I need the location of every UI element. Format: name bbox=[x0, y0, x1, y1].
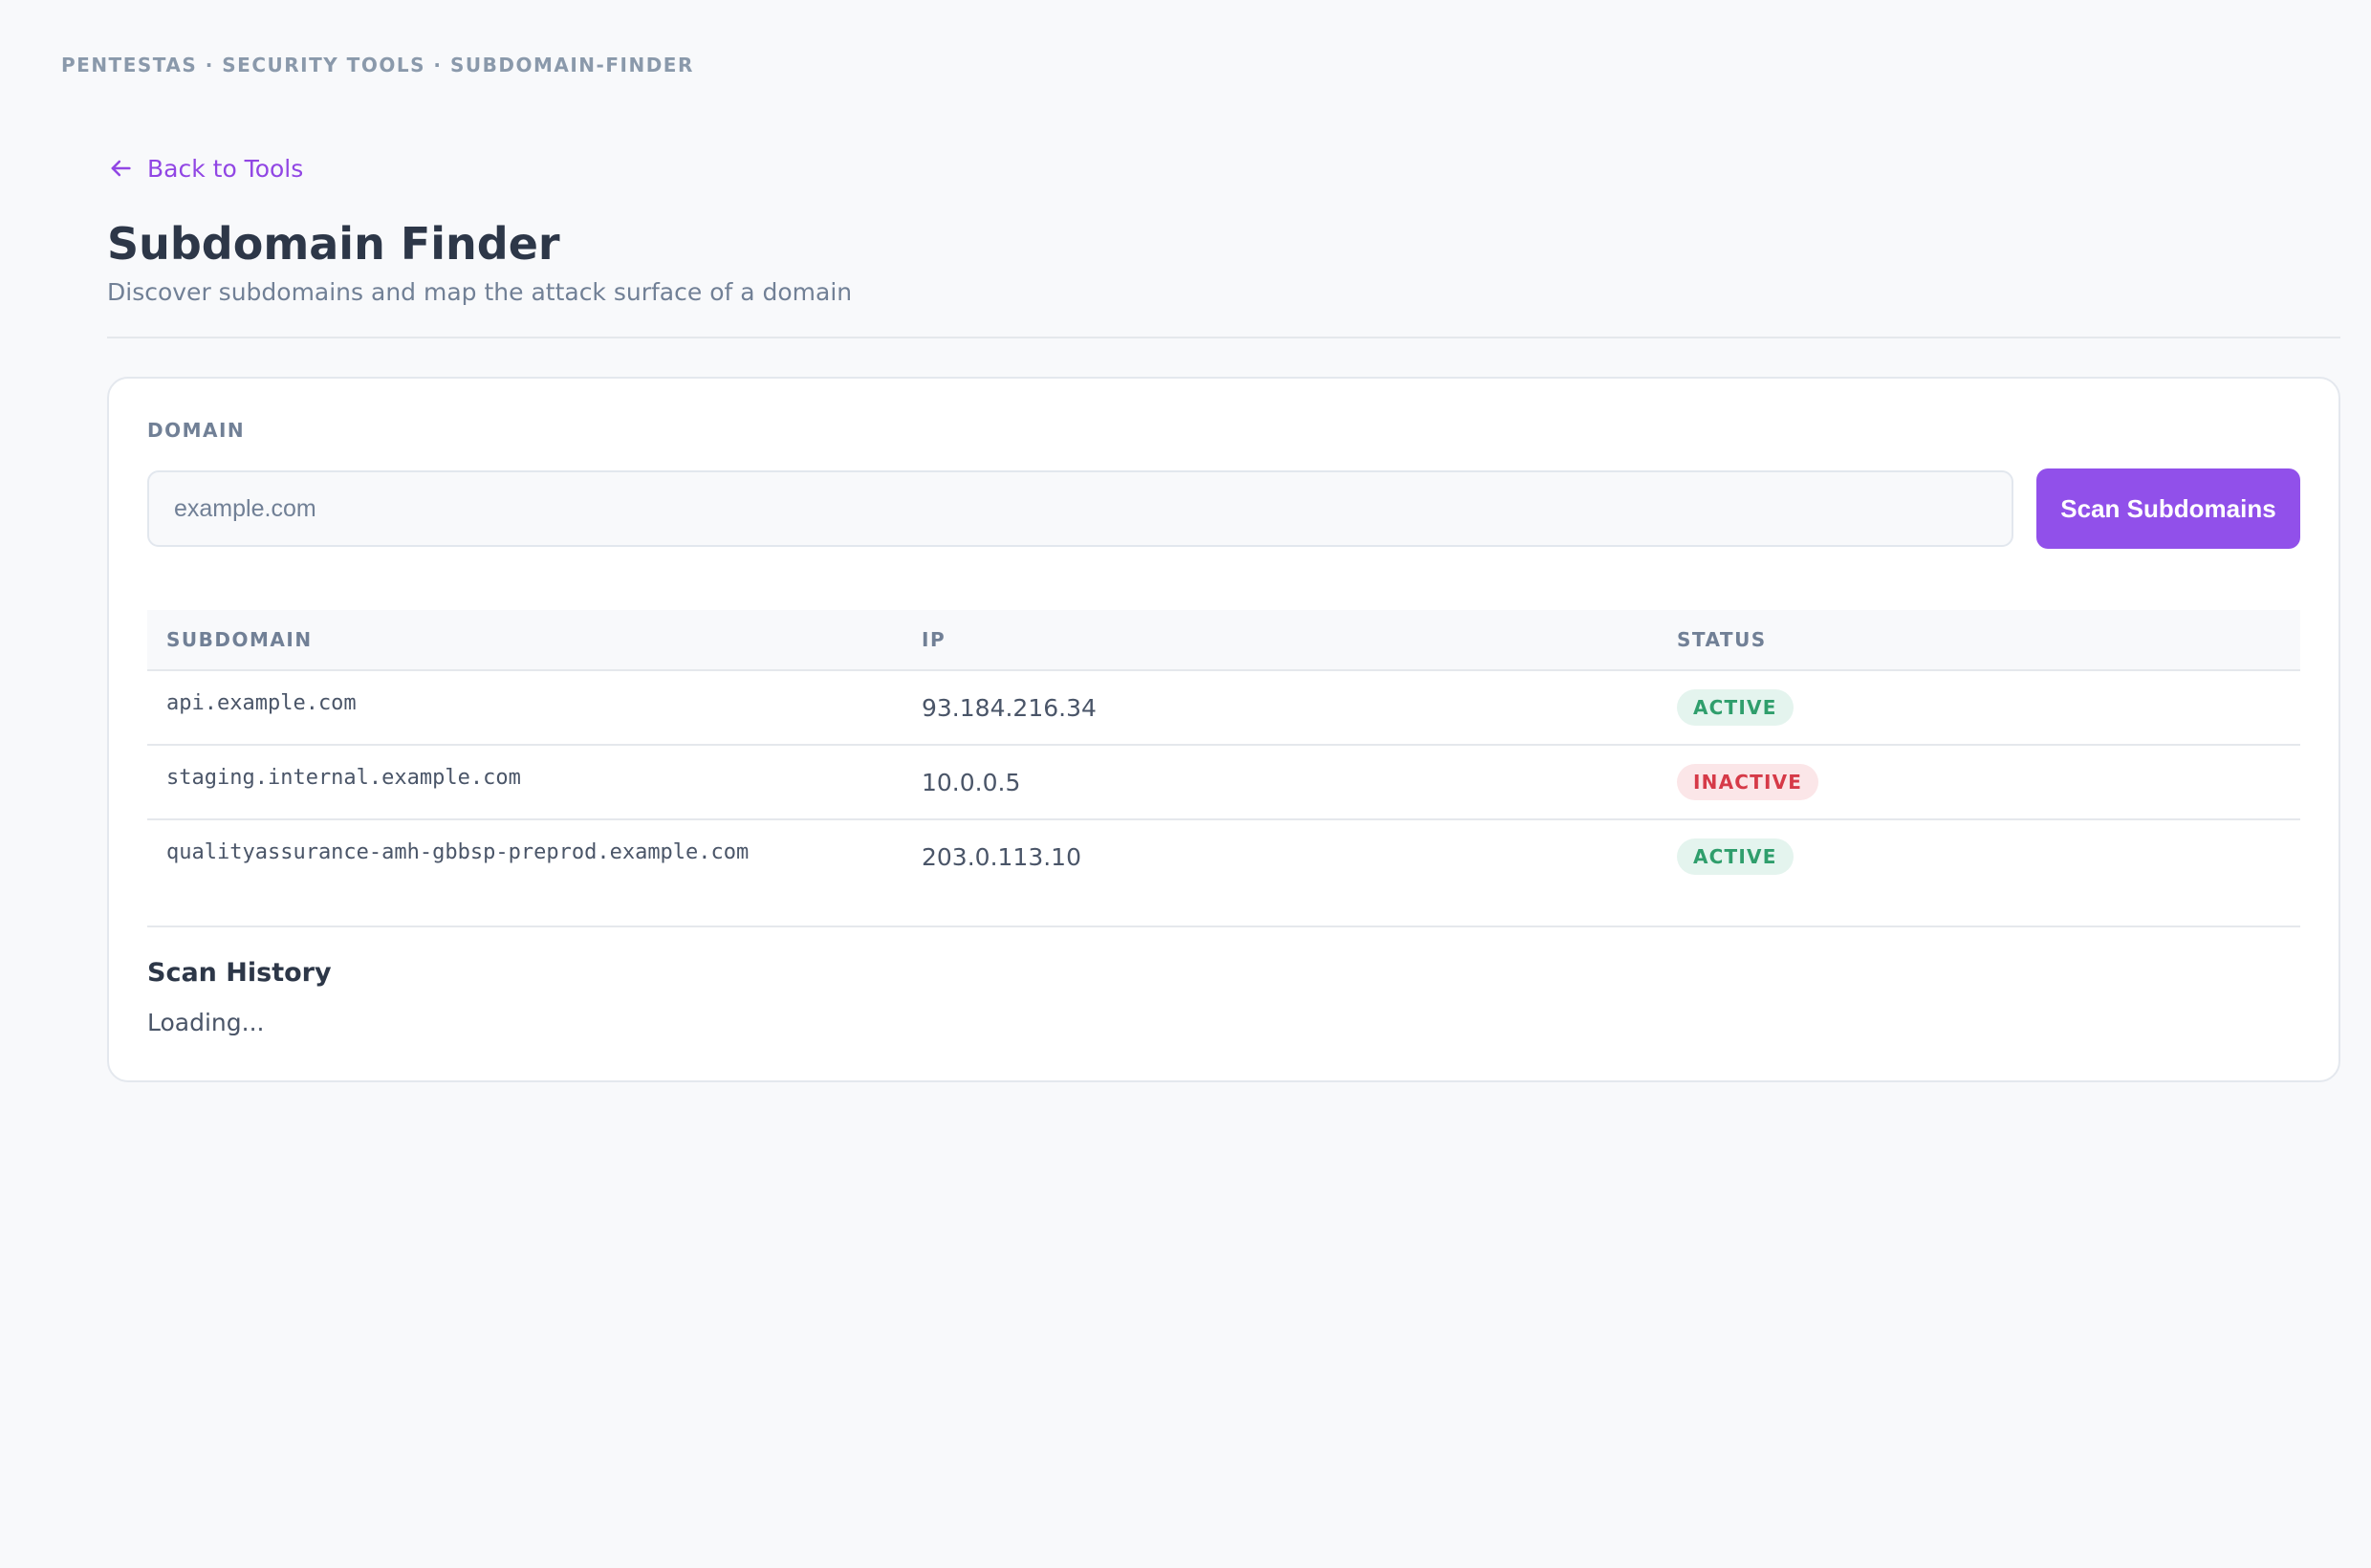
table-row: staging.internal.example.com 10.0.0.5 IN… bbox=[147, 745, 2300, 821]
subdomain-text: qualityassurance-amh-gbbsp-preprod.examp… bbox=[166, 839, 750, 864]
subdomain-text: staging.internal.example.com bbox=[166, 765, 521, 790]
table-header-row: SUBDOMAIN IP STATUS bbox=[147, 610, 2300, 672]
results-table: SUBDOMAIN IP STATUS api.example.com 93.1… bbox=[147, 610, 2300, 893]
scan-history-status: Loading... bbox=[147, 1009, 265, 1037]
arrow-left-icon bbox=[111, 160, 131, 177]
ip-cell: 10.0.0.5 bbox=[903, 745, 1658, 821]
scan-history-title: Scan History bbox=[147, 958, 332, 989]
domain-input[interactable] bbox=[147, 470, 2013, 548]
subdomain-cell: staging.internal.example.com bbox=[147, 745, 903, 821]
status-badge: ACTIVE bbox=[1677, 838, 1794, 876]
scan-subdomains-button[interactable]: Scan Subdomains bbox=[2036, 468, 2300, 550]
subdomain-cell: api.example.com bbox=[147, 670, 903, 747]
input-row: Scan Subdomains bbox=[147, 468, 2300, 550]
back-to-tools-link[interactable]: Back to Tools bbox=[107, 151, 2340, 185]
page-title: Subdomain Finder bbox=[107, 218, 560, 270]
breadcrumb: PENTESTAS · SECURITY TOOLS · SUBDOMAIN-F… bbox=[61, 54, 694, 76]
ip-cell: 203.0.113.10 bbox=[922, 842, 1081, 871]
scan-history-section: Scan History Loading... bbox=[147, 926, 2300, 1036]
column-header-ip: IP bbox=[903, 610, 1658, 672]
status-cell: ACTIVE bbox=[1658, 819, 2300, 893]
status-badge: ACTIVE bbox=[1677, 689, 1794, 727]
column-header-status: STATUS bbox=[1658, 610, 2300, 672]
back-link-label: Back to Tools bbox=[147, 154, 304, 183]
domain-label: DOMAIN bbox=[147, 419, 246, 443]
status-cell: ACTIVE bbox=[1658, 670, 2300, 747]
page-subtitle: Discover subdomains and map the attack s… bbox=[107, 278, 853, 307]
table-row: api.example.com 93.184.216.34 ACTIVE bbox=[147, 670, 2300, 747]
scanner-card: DOMAIN Scan Subdomains SUBDOMAIN IP STAT… bbox=[107, 377, 2340, 1083]
main-content: Back to Tools Subdomain Finder Discover … bbox=[107, 151, 2340, 1083]
status-cell: INACTIVE bbox=[1658, 745, 2300, 821]
subdomain-text: api.example.com bbox=[166, 690, 357, 715]
status-badge: INACTIVE bbox=[1677, 764, 1819, 801]
column-header-subdomain: SUBDOMAIN bbox=[147, 610, 903, 672]
header-divider bbox=[107, 337, 2340, 339]
subdomain-cell: qualityassurance-amh-gbbsp-preprod.examp… bbox=[147, 819, 903, 893]
table-row: qualityassurance-amh-gbbsp-preprod.examp… bbox=[147, 819, 2300, 893]
ip-cell: 93.184.216.34 bbox=[903, 670, 1658, 747]
